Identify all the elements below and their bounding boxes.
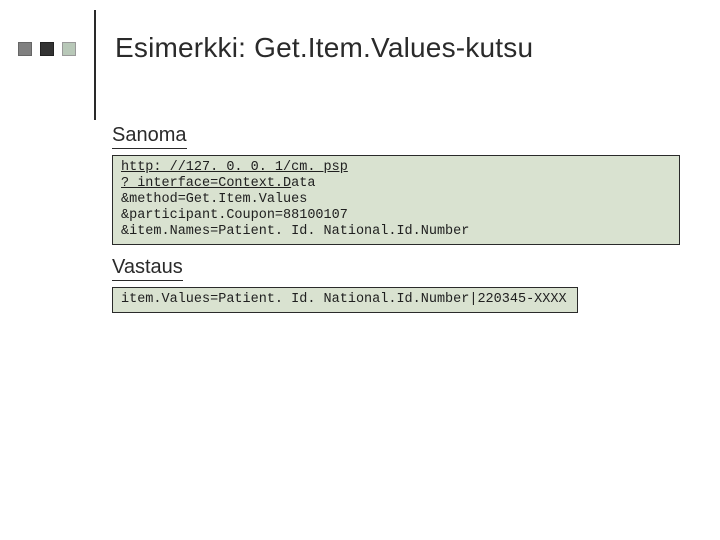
request-line-5: &item.Names=Patient. Id. National.Id.Num…	[121, 224, 469, 239]
square-icon	[18, 42, 32, 56]
square-icon	[40, 42, 54, 56]
request-line-1: http: //127. 0. 0. 1/cm. psp	[121, 160, 348, 175]
request-heading: Sanoma	[112, 124, 187, 149]
request-code-box: http: //127. 0. 0. 1/cm. psp ? interface…	[112, 155, 680, 245]
request-section: Sanoma http: //127. 0. 0. 1/cm. psp ? in…	[112, 124, 680, 245]
request-line-2a: ? interface=Context.D	[121, 176, 291, 191]
response-line-1: item.Values=Patient. Id. National.Id.Num…	[121, 292, 567, 307]
response-section: Vastaus item.Values=Patient. Id. Nationa…	[112, 256, 680, 313]
decorative-dots	[18, 42, 76, 56]
square-icon	[62, 42, 76, 56]
response-heading: Vastaus	[112, 256, 183, 281]
request-line-2b: ata	[291, 176, 315, 191]
slide-title: Esimerkki: Get.Item.Values-kutsu	[115, 32, 533, 64]
slide: Esimerkki: Get.Item.Values-kutsu Sanoma …	[0, 0, 720, 540]
response-code-box: item.Values=Patient. Id. National.Id.Num…	[112, 287, 578, 313]
request-line-3: &method=Get.Item.Values	[121, 192, 307, 207]
vertical-divider	[94, 10, 96, 120]
request-line-4: &participant.Coupon=88100107	[121, 208, 348, 223]
